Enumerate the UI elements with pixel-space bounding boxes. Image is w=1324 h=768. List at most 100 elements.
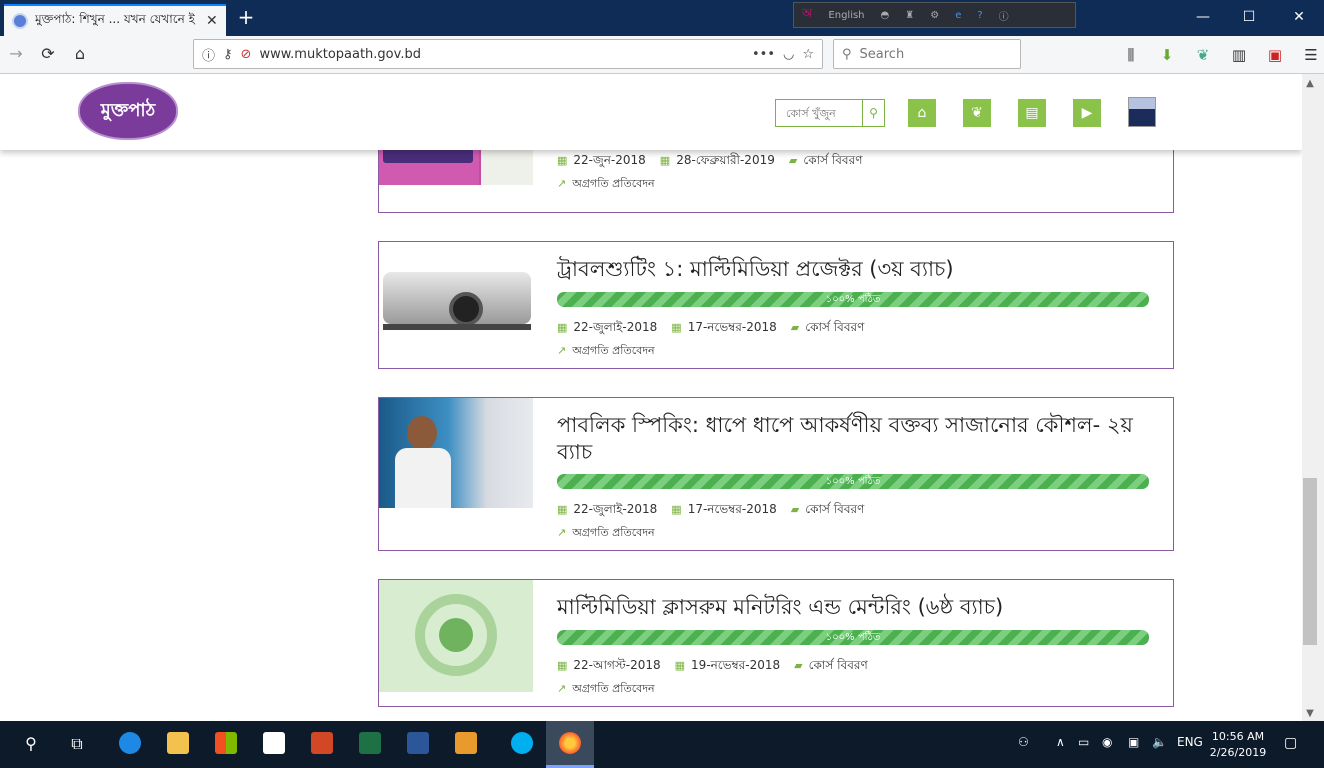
media-player-icon bbox=[455, 732, 477, 754]
forward-button[interactable]: → bbox=[4, 42, 28, 66]
end-date-text: 17-নভেম্বর-2018 bbox=[687, 502, 777, 516]
excel-icon bbox=[359, 732, 381, 754]
course-details-link[interactable]: ▰ কোর্স বিবরণ bbox=[791, 501, 865, 521]
close-tab-icon[interactable]: ✕ bbox=[206, 13, 218, 29]
home-nav-button[interactable]: ⌂ bbox=[908, 99, 936, 127]
play-nav-button[interactable]: ▶ bbox=[1073, 99, 1101, 127]
course-details-link[interactable]: ▰ কোর্স বিবরণ bbox=[794, 657, 868, 677]
extension-yt-icon[interactable]: ▣ bbox=[1264, 44, 1286, 66]
clock[interactable]: 10:56 AM 2/26/2019 bbox=[1206, 729, 1270, 761]
ie-icon[interactable]: e bbox=[955, 10, 961, 21]
firefox-app[interactable] bbox=[546, 721, 594, 768]
course-thumbnail[interactable] bbox=[379, 580, 533, 692]
url-bar[interactable]: ⓘ ⚷ ⊘ www.muktopaath.gov.bd ••• ◡ ☆ bbox=[193, 39, 823, 69]
progress-report-link[interactable]: ↗ অগ্রগতি প্রতিবেদন bbox=[557, 680, 655, 699]
download-icon[interactable]: ⬇ bbox=[1156, 44, 1178, 66]
book-icon: ▰ bbox=[790, 321, 800, 334]
close-window-button[interactable]: ✕ bbox=[1276, 0, 1322, 34]
page-actions-icon[interactable]: ••• bbox=[752, 47, 775, 62]
scroll-up-icon[interactable]: ▲ bbox=[1302, 78, 1318, 89]
store-icon bbox=[215, 732, 237, 754]
progress-report-link[interactable]: ↗ অগ্রগতি প্রতিবেদন bbox=[557, 175, 655, 194]
powerpoint-app[interactable] bbox=[298, 721, 346, 768]
word-app[interactable] bbox=[394, 721, 442, 768]
course-title[interactable]: মাল্টিমিডিয়া ক্লাসরুম মনিটরিং এন্ড মেন্… bbox=[557, 594, 1142, 621]
course-meta: ▦ 22-আগস্ট-2018 ▦ 19-নভেম্বর-2018 ▰ কোর্স ব… bbox=[557, 657, 868, 677]
home-button[interactable]: ⌂ bbox=[68, 42, 92, 66]
task-view-icon[interactable]: ⧉ bbox=[62, 729, 92, 759]
hat-icon[interactable]: ◓ bbox=[881, 10, 890, 21]
progress-report-link[interactable]: ↗ অগ্রগতি প্রতিবেদন bbox=[557, 342, 655, 361]
menu-icon[interactable]: ☰ bbox=[1300, 44, 1322, 66]
browser-search-input[interactable]: ⚲ Search bbox=[833, 39, 1021, 69]
search-button[interactable]: ⚲ bbox=[862, 100, 884, 126]
mail-app[interactable] bbox=[250, 721, 298, 768]
leaf-nav-button[interactable]: ❦ bbox=[963, 99, 991, 127]
network-icon[interactable]: ▣ bbox=[1128, 735, 1139, 749]
excel-app[interactable] bbox=[346, 721, 394, 768]
trophy-icon[interactable]: ♜ bbox=[905, 10, 914, 21]
file-explorer-app[interactable] bbox=[154, 721, 202, 768]
book-nav-button[interactable]: ▤ bbox=[1018, 99, 1046, 127]
calendar-plus-icon: ▦ bbox=[557, 659, 568, 672]
details-label: কোর্স বিবরণ bbox=[808, 658, 868, 672]
info-icon[interactable]: ⓘ bbox=[999, 8, 1009, 23]
library-icon[interactable]: ⫼ bbox=[1120, 44, 1142, 66]
pocket-icon[interactable]: ◡ bbox=[783, 47, 794, 62]
site-logo[interactable]: মুক্তপাঠ bbox=[78, 82, 178, 140]
start-date: ▦ 22-জুলাই-2018 bbox=[557, 319, 657, 339]
page-scrollbar[interactable]: ▲ ▼ bbox=[1302, 74, 1324, 721]
scroll-down-icon[interactable]: ▼ bbox=[1302, 708, 1318, 719]
security-icon[interactable]: ◉ bbox=[1102, 735, 1112, 749]
skype-app[interactable] bbox=[498, 721, 546, 768]
language-indicator[interactable]: English bbox=[828, 10, 864, 21]
course-meta: ▦ 22-জুন-2018 ▦ 28-ফেব্রুয়ারী-2019 ▰ কোর্স… bbox=[557, 152, 862, 172]
input-language[interactable]: ENG bbox=[1177, 735, 1203, 749]
help-icon[interactable]: ? bbox=[977, 10, 982, 21]
active-tab[interactable]: মুক্তপাঠ: শিখুন ... যখন যেখানে ই ✕ bbox=[4, 4, 226, 36]
edge-app[interactable] bbox=[106, 721, 154, 768]
course-thumbnail[interactable] bbox=[379, 398, 533, 508]
reload-button[interactable]: ⟳ bbox=[36, 42, 60, 66]
end-date: ▦ 17-নভেম্বর-2018 bbox=[671, 319, 776, 339]
report-label: অগ্রগতি প্রতিবেদন bbox=[572, 682, 655, 695]
course-thumbnail[interactable] bbox=[379, 242, 533, 352]
settings-gear-icon[interactable]: ⚙ bbox=[930, 10, 939, 21]
extension-leaf-icon[interactable]: ❦ bbox=[1192, 44, 1214, 66]
search-icon[interactable]: ⚲ bbox=[16, 729, 46, 759]
course-details-link[interactable]: ▰ কোর্স বিবরণ bbox=[791, 319, 865, 339]
url-text[interactable]: www.muktopaath.gov.bd bbox=[259, 47, 744, 62]
details-label: কোর্স বিবরণ bbox=[805, 320, 865, 334]
scroll-thumb[interactable] bbox=[1303, 478, 1317, 645]
minimize-button[interactable]: — bbox=[1180, 0, 1226, 34]
start-date: ▦ 22-জুলাই-2018 bbox=[557, 501, 657, 521]
calendar-check-icon: ▦ bbox=[674, 659, 686, 672]
bangla-keyboard-icon[interactable]: অ bbox=[802, 5, 812, 25]
sidebar-icon[interactable]: ▥ bbox=[1228, 44, 1250, 66]
bookmark-star-icon[interactable]: ☆ bbox=[802, 47, 814, 62]
new-tab-button[interactable]: + bbox=[234, 4, 258, 30]
course-title[interactable]: ট্রাবলশ্যুটিং ১: মাল্টিমিডিয়া প্রজেক্টর… bbox=[557, 256, 1142, 283]
insecure-icon[interactable]: ⊘ bbox=[241, 47, 252, 62]
maximize-button[interactable]: ☐ bbox=[1226, 0, 1272, 34]
course-title[interactable]: পাবলিক স্পিকিং: ধাপে ধাপে আকর্ষণীয় বক্ত… bbox=[557, 412, 1142, 466]
course-details-link[interactable]: ▰ কোর্স বিবরণ bbox=[789, 152, 863, 172]
tray-chevron-icon[interactable]: ∧ bbox=[1056, 735, 1065, 749]
language-bar: অ English ◓ ♜ ⚙ e ? ⓘ bbox=[793, 2, 1076, 28]
course-card: পাবলিক স্পিকিং: ধাপে ধাপে আকর্ষণীয় বক্ত… bbox=[378, 397, 1174, 551]
volume-icon[interactable]: 🔈 bbox=[1152, 735, 1167, 749]
user-avatar[interactable] bbox=[1128, 97, 1156, 127]
end-date: ▦ 28-ফেব্রুয়ারী-2019 bbox=[660, 152, 775, 172]
course-search-input[interactable] bbox=[776, 100, 862, 126]
progress-report-link[interactable]: ↗ অগ্রগতি প্রতিবেদন bbox=[557, 524, 655, 543]
notifications-icon[interactable]: ▢ bbox=[1284, 735, 1297, 751]
store-app[interactable] bbox=[202, 721, 250, 768]
battery-icon[interactable]: ▭ bbox=[1078, 735, 1089, 749]
people-icon[interactable]: ⚇ bbox=[1018, 735, 1029, 749]
media-player-app[interactable] bbox=[442, 721, 490, 768]
info-icon[interactable]: ⓘ bbox=[202, 45, 215, 64]
end-date: ▦ 19-নভেম্বর-2018 bbox=[675, 657, 780, 677]
key-icon[interactable]: ⚷ bbox=[223, 47, 233, 62]
site-favicon-icon bbox=[12, 13, 28, 29]
end-date-text: 19-নভেম্বর-2018 bbox=[691, 658, 781, 672]
